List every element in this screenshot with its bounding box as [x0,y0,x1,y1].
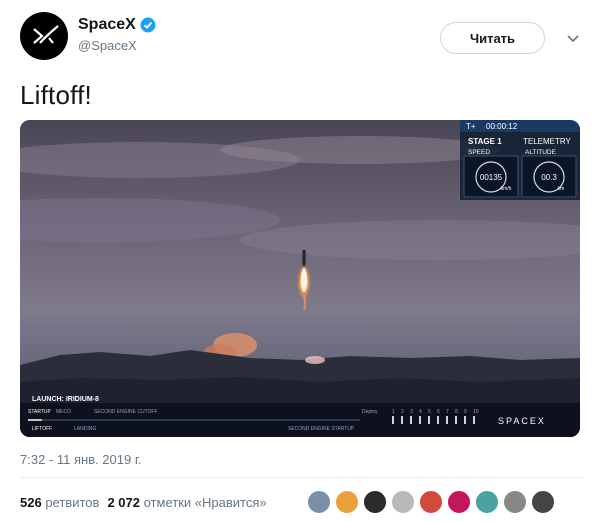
deploy-marker [455,416,457,424]
tweet-media-video[interactable]: T+ 00:00:12 STAGE 1 TELEMETRY SPEED ALTI… [20,120,580,437]
speed-label: SPEED [468,149,490,156]
timer-prefix: T+ [466,122,476,131]
liker-avatar-4[interactable] [391,490,415,514]
avatar[interactable] [20,12,68,60]
liker-avatar-1[interactable] [307,490,331,514]
timeline-second-engine-startup: SECOND ENGINE STARTUP [288,426,355,432]
tweet-timestamp[interactable]: 7:32 - 11 янв. 2019 г. [20,452,142,467]
deploy-marker [464,416,466,424]
likes-stat[interactable]: 2 072 отметки «Нравится» [107,495,266,510]
deploy-marker [392,416,394,424]
launch-label: LAUNCH: IRIDIUM-8 [32,396,99,403]
timeline-landing: LANDING [74,426,96,432]
deploy-marker [410,416,412,424]
altitude-unit: km [558,186,565,192]
timeline-liftoff: LIFTOFF [32,426,52,432]
likes-count: 2 072 [107,495,140,510]
deploy-marker [446,416,448,424]
deploy-number: 7 [446,409,449,415]
follow-button[interactable]: Читать [440,22,545,54]
deploy-marker [419,416,421,424]
stage-label: STAGE 1 [468,137,502,146]
deploy-marker [473,416,475,424]
timeline-startup: STARTUP [28,409,52,415]
tweet-header: SpaceX @SpaceX Читать [20,12,584,64]
handle[interactable]: @SpaceX [78,38,156,53]
deploy-marker [437,416,439,424]
telemetry-label: TELEMETRY [523,137,572,146]
mission-timer: 00:00:12 [486,122,518,131]
verified-badge-icon [140,17,156,33]
tweet-stats: 526 ретвитов 2 072 отметки «Нравится» [20,495,267,510]
liker-avatar-8[interactable] [503,490,527,514]
deploy-number: 2 [401,409,404,415]
deploy-number: 1 [392,409,395,415]
display-name[interactable]: SpaceX [78,16,156,34]
tweet-text: Liftoff! [20,80,92,110]
altitude-value: 00.3 [541,173,557,182]
display-name-text[interactable]: SpaceX [78,16,136,34]
retweets-label: ретвитов [45,495,100,510]
launch-video-frame: T+ 00:00:12 STAGE 1 TELEMETRY SPEED ALTI… [20,120,580,437]
liker-avatar-6[interactable] [447,490,471,514]
spacex-brand: SPACEX [498,416,546,426]
deploy-number: 9 [464,409,467,415]
liker-avatars [307,490,555,514]
retweets-count: 526 [20,495,42,510]
speed-unit: km/h [501,186,512,192]
speed-value: 00135 [480,173,503,182]
deploy-number: 8 [455,409,458,415]
deploy-number: 6 [437,409,440,415]
liker-avatar-2[interactable] [335,490,359,514]
deploy-number: 4 [419,409,422,415]
liker-avatar-3[interactable] [363,490,387,514]
liker-avatar-5[interactable] [419,490,443,514]
retweets-stat[interactable]: 526 ретвитов [20,495,99,510]
account-names: SpaceX @SpaceX [78,16,156,53]
deploy-marker [401,416,403,424]
deploy-number: 10 [473,409,479,415]
chevron-down-icon[interactable] [565,30,581,46]
liker-avatar-9[interactable] [531,490,555,514]
deploy-label: Deploy [362,409,378,415]
likes-label: отметки «Нравится» [143,495,267,510]
altitude-label: ALTITUDE [525,149,557,156]
deploy-number: 3 [410,409,413,415]
divider [20,477,584,478]
spacex-x-logo-icon [33,25,59,44]
timeline-meco: MECO [56,409,71,415]
deploy-number: 5 [428,409,431,415]
deploy-marker [428,416,430,424]
timeline-second-engine-cutoff: SECOND ENGINE CUTOFF [94,409,158,415]
liker-avatar-7[interactable] [475,490,499,514]
